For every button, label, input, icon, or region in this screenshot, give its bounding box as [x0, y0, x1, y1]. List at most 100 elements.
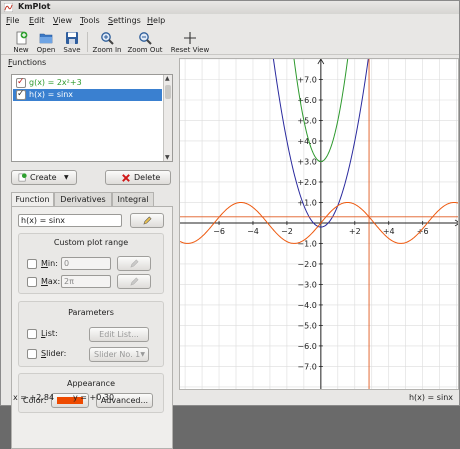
list-label: List: — [41, 329, 58, 338]
kmplot-app-icon — [4, 3, 13, 12]
menu-tools[interactable]: Tools — [80, 16, 100, 25]
scroll-up-icon[interactable]: ▲ — [165, 75, 170, 82]
max-checkbox[interactable] — [27, 277, 37, 287]
y-tick-label: −7.0 — [297, 362, 316, 371]
custom-plot-range-group: Custom plot range Min: 0 Max: 2π — [18, 233, 164, 294]
appearance-title: Appearance — [66, 379, 116, 388]
tab-derivatives[interactable]: Derivatives — [54, 192, 112, 206]
max-label: Max: — [41, 277, 61, 286]
reset-view-icon — [184, 32, 196, 44]
zoom-out-button[interactable]: Zoom Out — [127, 31, 163, 55]
delete-icon — [122, 174, 130, 182]
title-bar[interactable]: KmPlot — [1, 1, 459, 14]
min-checkbox[interactable] — [27, 259, 37, 269]
function-plot[interactable]: −6 −4 −2 +2 +4 +6+7.0+6.0+5.0+4.0+3.0+2.0+1.0… — [180, 59, 459, 390]
menu-bar: File Edit View Tools Settings Help — [1, 14, 459, 28]
slider-checkbox[interactable] — [27, 349, 37, 359]
slider-label: Slider: — [41, 349, 67, 358]
function-list-scrollbar[interactable]: ▲ ▼ — [163, 75, 172, 161]
equation-input[interactable]: h(x) = sinx — [18, 214, 122, 227]
zoom-in-label: Zoom In — [92, 46, 122, 54]
function-label: g(x) = 2x²+3 — [29, 78, 82, 87]
new-button[interactable]: New — [7, 31, 35, 55]
chevron-down-icon: ▼ — [140, 351, 145, 358]
slider-select-value: Slider No. 1 — [94, 350, 141, 359]
create-label: Create — [30, 173, 57, 182]
y-tick-label: +3.0 — [297, 157, 316, 166]
zoom-out-label: Zoom Out — [127, 46, 163, 54]
parameters-group: Parameters List: Edit List... Slider: Sl… — [18, 301, 164, 367]
tab-function[interactable]: Function — [11, 192, 54, 207]
menu-file[interactable]: File — [6, 16, 19, 25]
max-editor-button[interactable] — [117, 274, 151, 289]
function-tabs: Function Derivatives Integral — [11, 192, 173, 207]
min-editor-button[interactable] — [117, 256, 151, 271]
x-tick-label: −2 — [281, 227, 293, 236]
y-tick-label: +7.0 — [297, 75, 316, 84]
max-input[interactable]: 2π — [61, 275, 111, 288]
new-label: New — [13, 46, 29, 54]
window-title: KmPlot — [18, 2, 51, 11]
zoom-in-button[interactable]: Zoom In — [91, 31, 123, 55]
pencil-icon — [130, 277, 139, 286]
function-row-h[interactable]: ✓ h(x) = sinx — [13, 89, 162, 101]
functions-panel-title: Functions — [8, 58, 47, 67]
toolbar-separator — [87, 32, 88, 52]
zoom-out-icon — [139, 32, 152, 45]
add-function-icon — [18, 173, 27, 182]
status-x: x = +2.84 — [13, 393, 55, 402]
tab-integral[interactable]: Integral — [112, 192, 154, 206]
status-bar: x = +2.84 y = +0.30 h(x) = sinx — [1, 391, 459, 405]
custom-plot-range-title: Custom plot range — [53, 238, 129, 247]
functions-panel: Functions ✓ g(x) = 2x²+3 ✓ h(x) = sinx ▲… — [5, 58, 175, 449]
open-button[interactable]: Open — [32, 31, 60, 55]
save-button[interactable]: Save — [58, 31, 86, 55]
parameters-title: Parameters — [68, 308, 114, 317]
edit-list-button[interactable]: Edit List... — [89, 327, 149, 342]
x-tick-label: −6 — [213, 227, 225, 236]
function-row-g[interactable]: ✓ g(x) = 2x²+3 — [13, 77, 162, 89]
menu-edit[interactable]: Edit — [29, 16, 45, 25]
new-file-icon — [16, 31, 28, 45]
save-label: Save — [63, 46, 81, 54]
min-input[interactable]: 0 — [61, 257, 111, 270]
reset-view-label: Reset View — [170, 46, 210, 54]
y-tick-label: +2.0 — [297, 178, 316, 187]
pencil-icon — [130, 259, 139, 268]
create-button[interactable]: Create ▼ — [11, 170, 77, 185]
x-tick-label: +2 — [349, 227, 361, 236]
kmplot-window: KmPlot File Edit View Tools Settings Hel… — [0, 0, 460, 449]
menu-settings[interactable]: Settings — [108, 16, 141, 25]
function-list[interactable]: ✓ g(x) = 2x²+3 ✓ h(x) = sinx ▲ ▼ — [11, 74, 173, 162]
menu-view[interactable]: View — [53, 16, 72, 25]
y-tick-label: −1.0 — [297, 239, 316, 248]
save-icon — [66, 32, 78, 44]
reset-view-button[interactable]: Reset View — [169, 31, 211, 55]
function-visible-checkbox[interactable]: ✓ — [16, 77, 26, 88]
status-function: h(x) = sinx — [408, 393, 453, 402]
checkmark-icon: ✓ — [17, 77, 25, 87]
equation-editor-button[interactable] — [130, 213, 164, 228]
delete-button[interactable]: Delete — [105, 170, 171, 185]
scroll-down-icon[interactable]: ▼ — [165, 154, 170, 161]
slider-select[interactable]: Slider No. 1 ▼ — [89, 347, 149, 362]
list-checkbox[interactable] — [27, 329, 37, 339]
pencil-icon — [143, 216, 152, 225]
y-tick-label: −5.0 — [297, 321, 316, 330]
scroll-thumb[interactable] — [165, 85, 171, 99]
menu-help[interactable]: Help — [147, 16, 165, 25]
y-tick-label: −4.0 — [297, 301, 316, 310]
open-label: Open — [36, 46, 56, 54]
open-folder-icon — [39, 33, 53, 44]
min-label: Min: — [41, 259, 58, 268]
function-visible-checkbox[interactable]: ✓ — [16, 89, 26, 100]
y-tick-label: −6.0 — [297, 342, 316, 351]
delete-label: Delete — [134, 173, 161, 182]
plot-area[interactable]: −6 −4 −2 +2 +4 +6 +7.0 +6.0 +5.0 +4.0 +3.0 +2.0 +1.0… — [179, 58, 459, 390]
y-tick-label: −3.0 — [297, 280, 316, 289]
main-toolbar: New Open Save Zoom In Zoom Out Reset Vie… — [1, 28, 459, 55]
status-y: y = +0.30 — [73, 393, 115, 402]
y-tick-label: +4.0 — [297, 137, 316, 146]
dropdown-arrow-icon: ▼ — [64, 174, 69, 181]
function-label: h(x) = sinx — [29, 90, 74, 99]
